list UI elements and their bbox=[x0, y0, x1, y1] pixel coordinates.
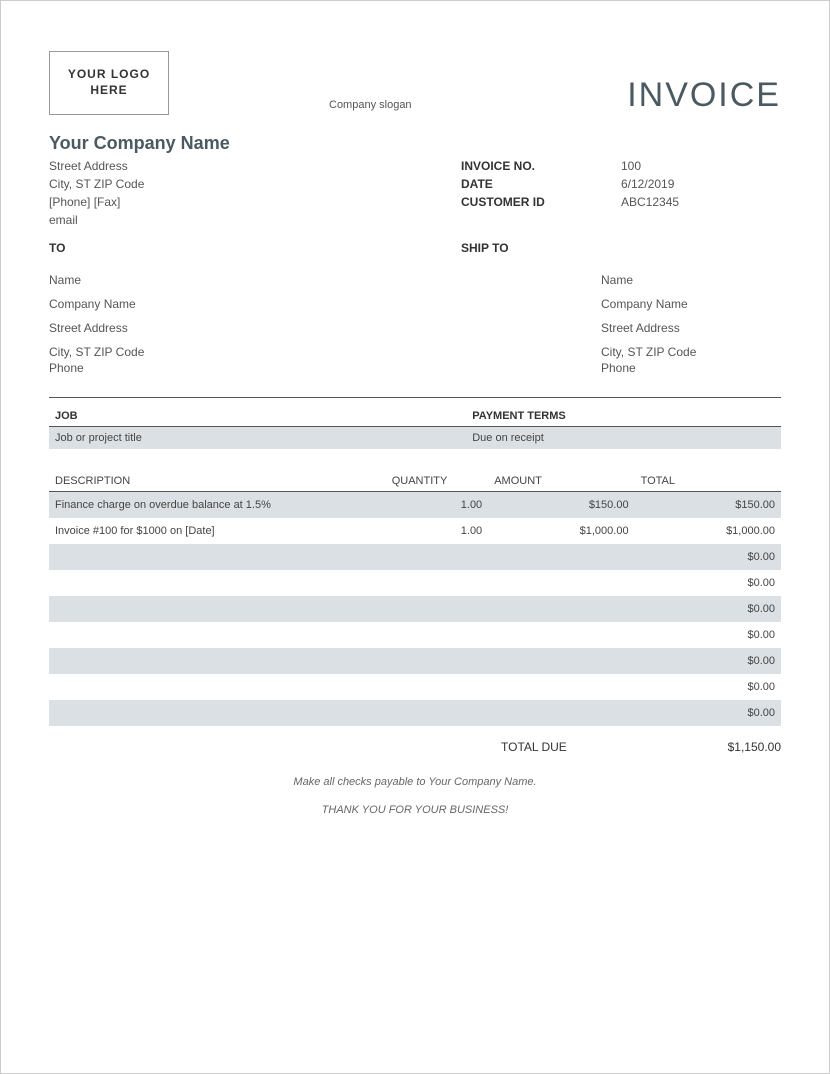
line-item: $0.00 bbox=[49, 622, 781, 648]
col-description: DESCRIPTION bbox=[49, 471, 386, 492]
divider bbox=[49, 397, 781, 398]
thank-you-note: THANK YOU FOR YOUR BUSINESS! bbox=[49, 804, 781, 816]
label-date: DATE bbox=[461, 175, 621, 193]
item-description bbox=[49, 700, 386, 726]
company-slogan: Company slogan bbox=[169, 99, 627, 115]
label-invoice-no: INVOICE NO. bbox=[461, 157, 621, 175]
to-header: TO bbox=[49, 241, 461, 255]
item-total: $1,000.00 bbox=[635, 518, 781, 544]
company-city: City, ST ZIP Code bbox=[49, 175, 461, 193]
item-amount bbox=[488, 674, 634, 700]
item-description bbox=[49, 544, 386, 570]
line-item: $0.00 bbox=[49, 674, 781, 700]
bill-to-name: Name bbox=[49, 273, 601, 287]
item-quantity bbox=[386, 674, 488, 700]
item-quantity: 1.00 bbox=[386, 518, 488, 544]
ship-to-block: Name Company Name Street Address City, S… bbox=[601, 263, 781, 385]
line-item: Finance charge on overdue balance at 1.5… bbox=[49, 492, 781, 519]
bill-to-street: Street Address bbox=[49, 321, 601, 335]
job-table: JOB PAYMENT TERMS Job or project title D… bbox=[49, 406, 781, 449]
item-quantity bbox=[386, 596, 488, 622]
line-item: $0.00 bbox=[49, 596, 781, 622]
bill-to-city: City, ST ZIP Code bbox=[49, 345, 601, 359]
invoice-meta: INVOICE NO. DATE CUSTOMER ID 100 6/12/20… bbox=[461, 157, 781, 229]
company-name: Your Company Name bbox=[49, 133, 781, 154]
item-quantity bbox=[386, 570, 488, 596]
company-phone-fax: [Phone] [Fax] bbox=[49, 193, 461, 211]
item-amount bbox=[488, 544, 634, 570]
item-description: Invoice #100 for $1000 on [Date] bbox=[49, 518, 386, 544]
item-total: $0.00 bbox=[635, 648, 781, 674]
ship-to-phone: Phone bbox=[601, 361, 781, 375]
job-header: JOB bbox=[49, 406, 466, 427]
header-row: YOUR LOGO HERE Company slogan INVOICE bbox=[49, 51, 781, 115]
item-total: $0.00 bbox=[635, 596, 781, 622]
address-headers: TO SHIP TO bbox=[49, 241, 781, 255]
item-amount bbox=[488, 622, 634, 648]
logo-placeholder: YOUR LOGO HERE bbox=[49, 51, 169, 115]
item-description bbox=[49, 648, 386, 674]
line-item: $0.00 bbox=[49, 648, 781, 674]
value-invoice-no: 100 bbox=[621, 157, 679, 175]
check-payable-note: Make all checks payable to Your Company … bbox=[49, 776, 781, 788]
item-description bbox=[49, 596, 386, 622]
item-quantity bbox=[386, 648, 488, 674]
item-amount bbox=[488, 596, 634, 622]
item-total: $0.00 bbox=[635, 544, 781, 570]
item-total: $0.00 bbox=[635, 674, 781, 700]
items-table: DESCRIPTION QUANTITY AMOUNT TOTAL Financ… bbox=[49, 471, 781, 726]
terms-header: PAYMENT TERMS bbox=[466, 406, 781, 427]
col-amount: AMOUNT bbox=[488, 471, 634, 492]
total-due-value: $1,150.00 bbox=[661, 740, 781, 754]
item-amount bbox=[488, 570, 634, 596]
ship-to-header: SHIP TO bbox=[461, 241, 781, 255]
item-description bbox=[49, 674, 386, 700]
item-description bbox=[49, 570, 386, 596]
item-description: Finance charge on overdue balance at 1.5… bbox=[49, 492, 386, 519]
value-date: 6/12/2019 bbox=[621, 175, 679, 193]
item-total: $150.00 bbox=[635, 492, 781, 519]
item-quantity: 1.00 bbox=[386, 492, 488, 519]
company-address: Street Address City, ST ZIP Code [Phone]… bbox=[49, 157, 461, 229]
item-total: $0.00 bbox=[635, 622, 781, 648]
ship-to-company: Company Name bbox=[601, 297, 781, 311]
total-due-row: TOTAL DUE $1,150.00 bbox=[49, 740, 781, 754]
ship-to-city: City, ST ZIP Code bbox=[601, 345, 781, 359]
line-item: Invoice #100 for $1000 on [Date]1.00$1,0… bbox=[49, 518, 781, 544]
bill-to-block: Name Company Name Street Address City, S… bbox=[49, 263, 601, 385]
item-amount: $150.00 bbox=[488, 492, 634, 519]
item-total: $0.00 bbox=[635, 700, 781, 726]
company-email: email bbox=[49, 211, 461, 229]
total-due-label: TOTAL DUE bbox=[501, 740, 661, 754]
line-item: $0.00 bbox=[49, 570, 781, 596]
ship-to-name: Name bbox=[601, 273, 781, 287]
item-total: $0.00 bbox=[635, 570, 781, 596]
job-row: Job or project title Due on receipt bbox=[49, 427, 781, 450]
item-quantity bbox=[386, 700, 488, 726]
col-quantity: QUANTITY bbox=[386, 471, 488, 492]
company-meta-row: Street Address City, ST ZIP Code [Phone]… bbox=[49, 157, 781, 229]
line-item: $0.00 bbox=[49, 544, 781, 570]
item-description bbox=[49, 622, 386, 648]
bill-to-company: Company Name bbox=[49, 297, 601, 311]
label-customer-id: CUSTOMER ID bbox=[461, 193, 621, 211]
job-title: Job or project title bbox=[49, 427, 466, 450]
document-title: INVOICE bbox=[627, 76, 781, 115]
item-amount bbox=[488, 648, 634, 674]
item-quantity bbox=[386, 622, 488, 648]
value-customer-id: ABC12345 bbox=[621, 193, 679, 211]
line-item: $0.00 bbox=[49, 700, 781, 726]
item-quantity bbox=[386, 544, 488, 570]
payment-terms: Due on receipt bbox=[466, 427, 781, 450]
item-amount bbox=[488, 700, 634, 726]
bill-to-phone: Phone bbox=[49, 361, 601, 375]
address-block: Name Company Name Street Address City, S… bbox=[49, 263, 781, 385]
company-street: Street Address bbox=[49, 157, 461, 175]
col-total: TOTAL bbox=[635, 471, 781, 492]
ship-to-street: Street Address bbox=[601, 321, 781, 335]
item-amount: $1,000.00 bbox=[488, 518, 634, 544]
